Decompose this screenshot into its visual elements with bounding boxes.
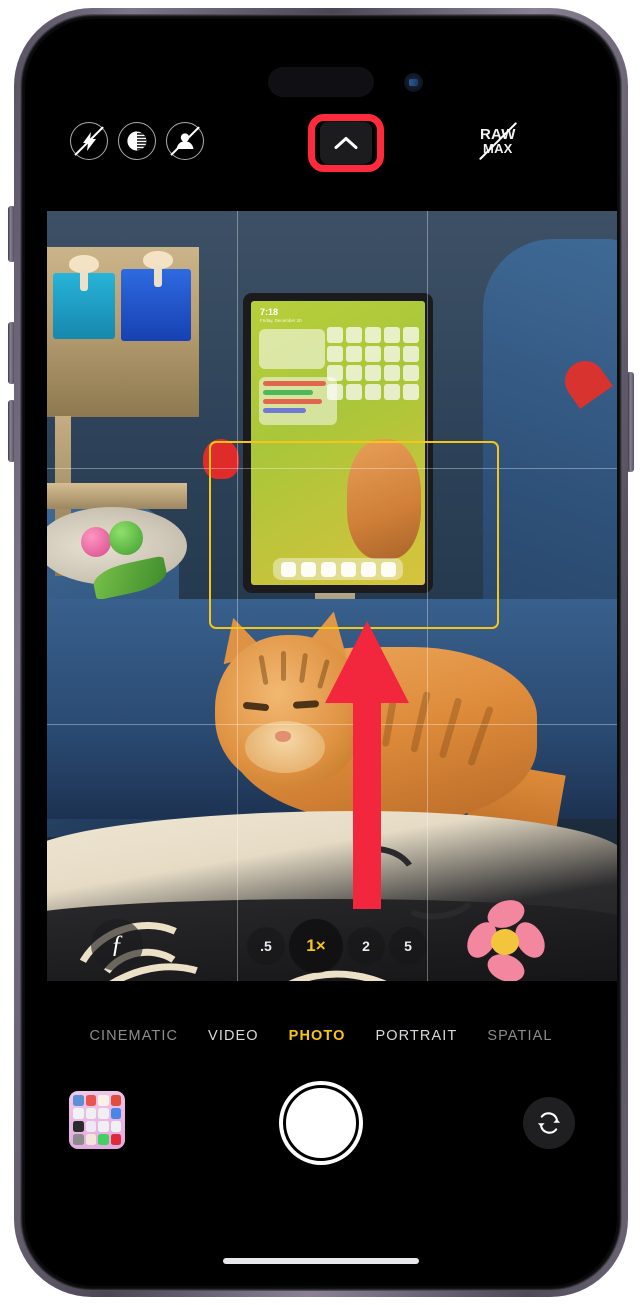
thumbnail-app-icon: [110, 1108, 121, 1119]
thumbnail-app-icon: [98, 1095, 109, 1106]
mode-spatial[interactable]: SPATIAL: [487, 1028, 552, 1044]
mode-video[interactable]: VIDEO: [208, 1028, 259, 1044]
thumbnail-app-icon: [73, 1134, 84, 1145]
depth-control-button[interactable]: ƒ: [91, 919, 143, 971]
action-button[interactable]: [8, 206, 14, 262]
zoom-button-0.5[interactable]: .5: [247, 927, 285, 965]
camera-mode-selector: CINEMATIC VIDEO PHOTO PORTRAIT SPATIAL: [25, 1017, 617, 1055]
thumbnail-app-icon: [98, 1108, 109, 1119]
raw-max-off-icon[interactable]: RAW MAX: [478, 110, 517, 172]
thumbnail-app-icon: [98, 1134, 109, 1145]
power-button[interactable]: [628, 372, 634, 472]
thumbnail-app-icon: [110, 1095, 121, 1106]
thumbnail-app-grid: [73, 1095, 121, 1145]
mode-photo[interactable]: PHOTO: [289, 1028, 346, 1044]
thumbnail-app-icon: [85, 1134, 96, 1145]
zoom-button-5[interactable]: 5: [389, 927, 427, 965]
volume-up-button[interactable]: [8, 322, 14, 384]
zoom-button-1x[interactable]: 1×: [289, 919, 343, 973]
chevron-up-icon[interactable]: [320, 122, 372, 164]
phone-frame: RAW MAX 7:18 Friday, December 20 ƒ .5 1×…: [14, 8, 628, 1297]
thumbnail-app-icon: [73, 1095, 84, 1106]
zoom-button-2[interactable]: 2: [347, 927, 385, 965]
mode-portrait[interactable]: PORTRAIT: [375, 1028, 457, 1044]
flip-camera-icon[interactable]: [523, 1097, 575, 1149]
shutter-button[interactable]: [283, 1085, 359, 1161]
home-indicator: [223, 1258, 419, 1264]
dynamic-island: [268, 67, 374, 97]
volume-down-button[interactable]: [8, 400, 14, 462]
zoom-controls: .5 1× 2 5: [247, 919, 427, 973]
thumbnail-app-icon: [85, 1108, 96, 1119]
live-photo-off-icon[interactable]: [166, 122, 204, 160]
flash-off-icon[interactable]: [70, 122, 108, 160]
thumbnail-app-icon: [98, 1121, 109, 1132]
face-detection-box: [209, 441, 499, 629]
thumbnail-app-icon: [110, 1121, 121, 1132]
thumbnail-app-icon: [110, 1134, 121, 1145]
front-camera-lens: [404, 73, 423, 92]
night-mode-icon[interactable]: [118, 122, 156, 160]
camera-viewfinder[interactable]: 7:18 Friday, December 20: [47, 211, 617, 981]
thumbnail-app-icon: [73, 1121, 84, 1132]
mode-cinematic[interactable]: CINEMATIC: [89, 1028, 178, 1044]
thumbnail-app-icon: [73, 1108, 84, 1119]
flower-pattern: [461, 895, 551, 981]
camera-bottom-bar: [25, 1073, 617, 1183]
thumbnail-app-icon: [85, 1121, 96, 1132]
phone-screen: RAW MAX 7:18 Friday, December 20 ƒ .5 1×…: [25, 19, 617, 1286]
gallery-thumbnail[interactable]: [69, 1091, 125, 1149]
thumbnail-app-icon: [85, 1095, 96, 1106]
phone-bezel: RAW MAX 7:18 Friday, December 20 ƒ .5 1×…: [20, 14, 622, 1291]
